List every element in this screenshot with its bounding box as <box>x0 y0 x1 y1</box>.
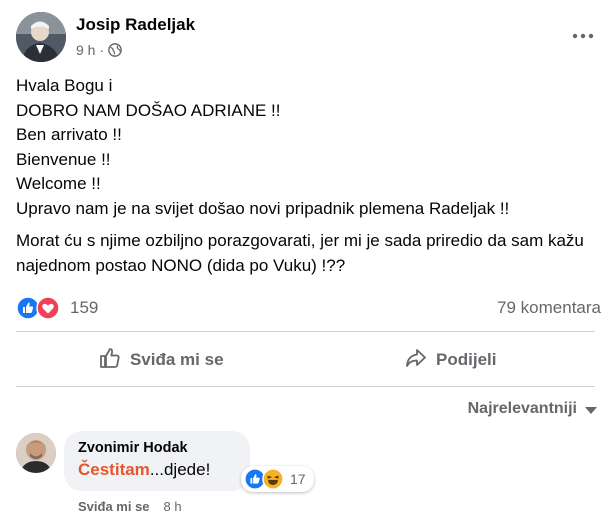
post-text: Hvala Bogu i DOBRO NAM DOŠAO ADRIANE !! … <box>16 74 601 278</box>
post-line: Upravo nam je na svijet došao novi pripa… <box>16 198 510 218</box>
post-line: Hvala Bogu i <box>16 76 113 95</box>
like-button-label: Sviđa mi se <box>129 350 224 369</box>
post-line: Bienvenue !! <box>16 149 111 169</box>
post-line: DOBRO NAM DOŠAO ADRIANE !! <box>16 100 281 120</box>
haha-reaction-icon <box>262 468 284 490</box>
post-line: Welcome !! <box>16 174 101 193</box>
comment-reactions[interactable]: 17 <box>241 466 314 492</box>
comment-body: ...djede! <box>149 460 211 479</box>
comment-bubble: Zvonimir Hodak Čestitam...djede! <box>64 431 250 491</box>
commenter-avatar[interactable] <box>16 433 56 473</box>
share-button-label: Podijeli <box>436 350 497 369</box>
share-button[interactable]: Podijeli <box>306 340 596 380</box>
more-options-icon[interactable] <box>570 26 596 46</box>
reaction-count: 159 <box>70 298 99 317</box>
comment-footer: Sviđa mi se 8 h <box>78 499 182 514</box>
like-button[interactable]: Sviđa mi se <box>16 340 306 380</box>
post-paragraph: Morat ću s njime ozbiljno porazgovarati,… <box>16 231 584 275</box>
sort-label: Najrelevantniji <box>467 400 577 417</box>
comments-sort-dropdown[interactable]: Najrelevantniji <box>468 400 597 418</box>
post-line: Ben arrivato !! <box>16 125 122 144</box>
author-avatar[interactable] <box>16 12 66 62</box>
comment-count-link[interactable]: 79 komentara <box>497 298 601 318</box>
comment-highlight-word: Čestitam <box>78 460 150 479</box>
comment-time[interactable]: 8 h <box>164 499 182 514</box>
comment-reaction-count: 17 <box>290 471 306 487</box>
post-time[interactable]: 9 h <box>76 42 95 58</box>
divider <box>16 386 595 387</box>
reactions-summary[interactable]: 159 <box>16 296 98 320</box>
comment-text: Čestitam...djede! <box>78 460 236 480</box>
love-reaction-icon <box>36 296 60 320</box>
globe-icon <box>108 43 122 57</box>
commenter-name[interactable]: Zvonimir Hodak <box>78 440 236 456</box>
post-stats: 159 79 komentara <box>16 296 601 322</box>
post-header: Josip Radeljak 9 h · <box>16 12 596 64</box>
thumbs-up-icon <box>98 346 122 375</box>
comment-like-link[interactable]: Sviđa mi se <box>78 499 150 514</box>
chevron-down-icon <box>585 406 597 414</box>
post-author-name[interactable]: Josip Radeljak <box>76 15 195 35</box>
post-meta: 9 h · <box>76 42 122 58</box>
share-arrow-icon <box>404 346 428 375</box>
divider <box>16 331 595 332</box>
post-actions: Sviđa mi se Podijeli <box>16 340 595 380</box>
